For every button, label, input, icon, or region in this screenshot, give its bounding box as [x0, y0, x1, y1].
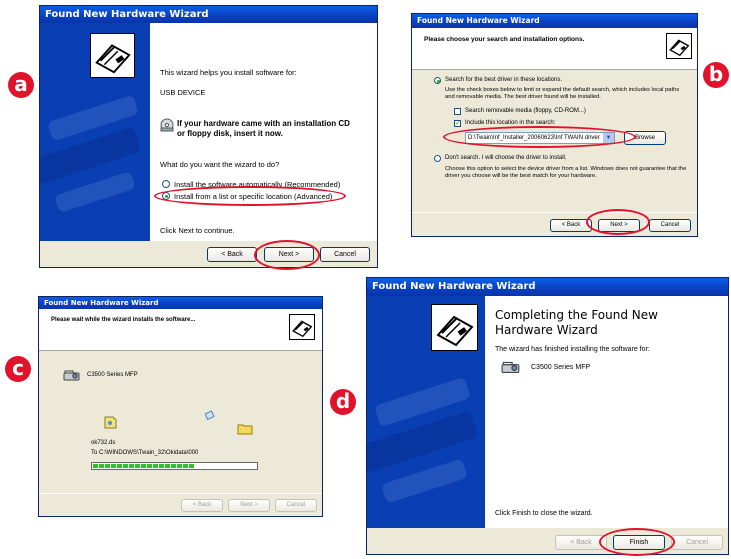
continue-hint: Click Next to continue.: [160, 226, 235, 235]
step-badge-a: a: [8, 72, 34, 98]
highlight-location-path: [443, 126, 636, 148]
header-c: Please wait while the wizard installs th…: [39, 309, 322, 351]
highlight-finish: [599, 528, 675, 556]
header-title-c: Please wait while the wizard installs th…: [51, 317, 196, 323]
title-bar-b: Found New Hardware Wizard: [412, 14, 697, 28]
install-progress-bar: [91, 462, 258, 470]
cancel-button-c[interactable]: Cancel: [275, 499, 317, 512]
finish-hint: Click Finish to close the wizard.: [495, 510, 593, 517]
radio-install-auto[interactable]: [162, 180, 170, 188]
search-description: Use the check boxes below to limit or ex…: [445, 87, 680, 100]
check-include-location[interactable]: ✓: [454, 120, 461, 127]
device-name-c: C3500 Series MFP: [87, 372, 138, 378]
cd-drive-icon: [160, 118, 174, 132]
scanner-icon: [501, 361, 521, 375]
cancel-button-a[interactable]: Cancel: [320, 247, 370, 262]
completion-heading-line1: Completing the Found New: [495, 308, 658, 322]
wizard-window-d: Found New Hardware Wizard Completing the…: [366, 277, 729, 555]
check-removable-label: Search removable media (floppy, CD-ROM..…: [465, 108, 586, 114]
cd-hint-line2: or floppy disk, insert it now.: [177, 129, 283, 138]
option-dont-search-label: Don't search. I will choose the driver t…: [445, 155, 567, 161]
separator-b: [412, 212, 697, 213]
dont-search-description: Choose this option to select the device …: [445, 166, 687, 179]
back-button-a[interactable]: < Back: [207, 247, 257, 262]
destination-path: To C:\WINDOWS\Twain_32\Okidata\000: [91, 450, 199, 456]
wizard-window-b: Found New Hardware Wizard Please choose …: [411, 13, 698, 237]
step-badge-d: d: [330, 389, 356, 415]
title-bar-a: Found New Hardware Wizard: [40, 6, 377, 23]
header-b: Please choose your search and installati…: [412, 28, 697, 70]
back-button-c[interactable]: < Back: [181, 499, 223, 512]
document-icon: [103, 415, 117, 429]
option-search-label: Search for the best driver in these loca…: [445, 77, 563, 83]
check-removable-media[interactable]: [454, 108, 461, 115]
highlight-next-b: [586, 209, 650, 235]
device-name-d: C3500 Series MFP: [531, 364, 591, 371]
hardware-wizard-icon: [90, 33, 135, 78]
wizard-banner-a: [40, 23, 150, 241]
header-title-b: Please choose your search and installati…: [424, 36, 585, 43]
step-badge-b: b: [703, 62, 729, 88]
completion-heading-line2: Hardware Wizard: [495, 323, 598, 337]
hardware-wizard-icon: [431, 304, 478, 351]
title-bar-d: Found New Hardware Wizard: [367, 278, 728, 296]
hardware-wizard-icon: [666, 33, 692, 59]
cd-hint-line1: If your hardware came with an installati…: [177, 119, 350, 128]
title-bar-c: Found New Hardware Wizard: [39, 297, 322, 309]
highlight-install-list: [154, 186, 346, 206]
device-name: USB DEVICE: [160, 88, 206, 97]
cancel-button-b[interactable]: Cancel: [649, 219, 691, 232]
content-panel-a: This wizard helps you install software f…: [150, 23, 377, 241]
intro-text: This wizard helps you install software f…: [160, 68, 297, 77]
step-badge-c: c: [5, 356, 31, 382]
scanner-icon: [63, 370, 81, 382]
cancel-button-d[interactable]: Cancel: [671, 535, 723, 550]
finished-text: The wizard has finished installing the s…: [495, 346, 650, 353]
wizard-banner-d: [367, 296, 485, 528]
highlight-next-a: [254, 240, 320, 270]
next-button-c[interactable]: Next >: [228, 499, 270, 512]
radio-dont-search[interactable]: [434, 155, 441, 162]
progress-fill: [93, 464, 195, 468]
separator-c: [39, 493, 322, 494]
radio-search[interactable]: [434, 77, 441, 84]
flying-file-icon: [204, 410, 215, 421]
folder-icon: [237, 423, 253, 435]
file-name: ok732.ds: [91, 440, 116, 446]
content-panel-d: Completing the Found New Hardware Wizard…: [485, 296, 728, 528]
question-text: What do you want the wizard to do?: [160, 160, 280, 169]
wizard-window-c: Found New Hardware Wizard Please wait wh…: [38, 296, 323, 517]
hardware-wizard-icon: [289, 314, 315, 340]
wizard-window-a: Found New Hardware Wizard This wizard he…: [39, 5, 378, 268]
